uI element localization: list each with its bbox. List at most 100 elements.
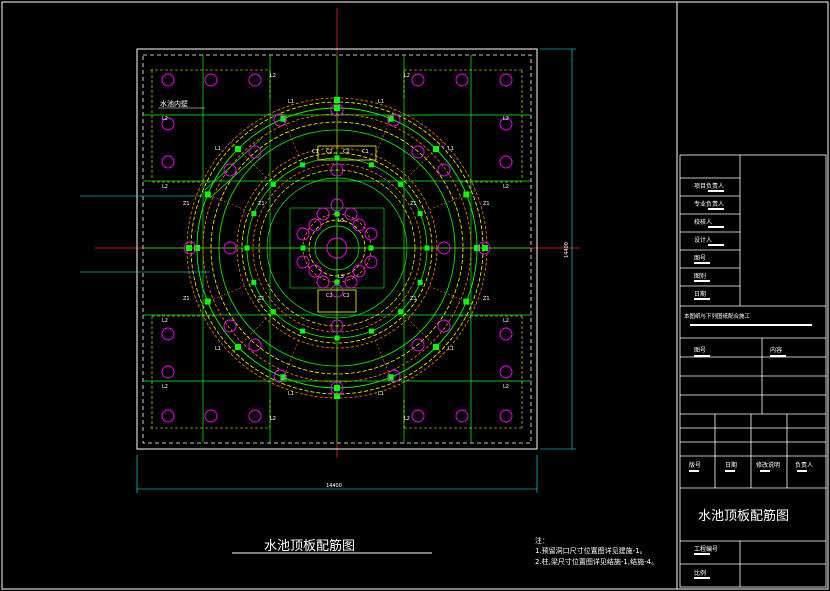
note-2: 2.柱,梁尺寸位置图详见结施-1,结施-4。	[535, 557, 658, 566]
opening-circle	[248, 409, 262, 423]
column	[334, 97, 340, 103]
opening-circle	[455, 409, 469, 423]
inner-wall-label: 水池内壁	[160, 99, 188, 108]
opening-circle	[499, 327, 513, 341]
member-label: Z1	[410, 296, 417, 302]
tb-note: 本图纸与下列图纸配合施工	[684, 312, 751, 320]
inner-wall-leader: 水池内壁	[158, 99, 205, 109]
opening-circle	[161, 155, 175, 169]
opening-circle	[308, 264, 322, 278]
member-label: L1	[215, 346, 221, 352]
column	[270, 309, 276, 315]
left-leaders	[80, 195, 210, 273]
opening-circle	[499, 409, 513, 423]
opening-circle	[364, 227, 378, 241]
member-label: L1	[448, 146, 454, 152]
column	[417, 211, 423, 217]
member-label: Z1	[410, 201, 417, 207]
member-label: Z1	[483, 201, 490, 207]
column	[482, 245, 488, 251]
opening-circle	[204, 409, 218, 423]
opening-circle	[344, 275, 358, 289]
opening-circle	[499, 155, 513, 169]
column	[334, 105, 340, 111]
opening-circle	[223, 319, 237, 333]
member-label: L2	[162, 116, 168, 122]
member-label: L2	[503, 318, 509, 324]
tb-drawing-name: 水池顶板配筋图	[698, 508, 789, 524]
column	[251, 211, 257, 217]
column	[235, 146, 242, 153]
column	[334, 211, 340, 217]
column	[368, 328, 374, 334]
column	[270, 181, 276, 187]
column	[463, 191, 470, 198]
column	[368, 162, 374, 168]
tb-row-label: 图别	[694, 272, 706, 280]
column	[334, 385, 340, 391]
column	[244, 245, 250, 251]
tb-row-label: 校核人	[694, 218, 712, 226]
opening-circle	[161, 365, 175, 379]
column	[204, 298, 211, 305]
column	[300, 245, 306, 251]
member-label: L2	[270, 416, 276, 422]
member-label: L3	[338, 218, 344, 224]
column	[204, 191, 211, 198]
opening-circle	[455, 73, 469, 87]
column	[334, 335, 340, 341]
notes-heading: 注：	[535, 536, 549, 545]
opening-circle	[296, 255, 310, 269]
radial-beam	[209, 145, 269, 199]
member-label: L2	[503, 116, 509, 122]
column	[300, 162, 306, 168]
column	[194, 245, 200, 251]
member-label: L2	[162, 318, 168, 324]
column	[334, 155, 340, 161]
opening-circle	[437, 319, 451, 333]
dim-right-text: 14400	[564, 242, 570, 258]
member-label: Z1	[258, 201, 265, 207]
member-label: L1	[378, 99, 384, 105]
column	[432, 146, 439, 153]
member-label: C1	[362, 149, 369, 155]
opening-circle	[223, 163, 237, 177]
column	[334, 279, 340, 285]
member-label: C1	[312, 149, 319, 155]
column	[398, 309, 404, 315]
opening-circle	[248, 338, 262, 352]
title-block-text: 项目负责人 专业负责人 校核人 设计人 图号 图别 日期 本图纸与下列图纸配合施…	[684, 182, 813, 577]
opening-circle	[499, 365, 513, 379]
member-label: L1	[215, 146, 221, 152]
tb-sign-change: 修改说明	[756, 461, 780, 469]
member-label: C2	[343, 293, 350, 299]
column	[424, 245, 430, 251]
drawing-title: 水池顶板配筋图	[264, 538, 355, 554]
member-label: L2	[404, 416, 410, 422]
tb-row-label: 图号	[694, 255, 706, 262]
member-label: L2	[503, 384, 509, 390]
opening-circle	[204, 73, 218, 87]
column	[463, 298, 470, 305]
column	[300, 328, 306, 334]
opening-circle	[248, 73, 262, 87]
opening-circle	[499, 73, 513, 87]
opening-circle	[316, 275, 330, 289]
note-1: 1.预留洞口尺寸位置图详见建施-1。	[535, 546, 647, 555]
member-label: L2	[270, 73, 276, 79]
column	[474, 245, 480, 251]
opening-circle	[161, 327, 175, 341]
column	[432, 343, 439, 350]
opening-circle	[411, 73, 425, 87]
member-label: L1	[378, 391, 384, 397]
tb-row-label: 日期	[694, 290, 706, 298]
member-labels: L2 L2 L2 L2 L2 L2 L2 L2 L2 L2 L2 L2 L1 L1 L1 L1 L1 L1 L1 L1…	[162, 73, 509, 422]
column	[368, 245, 374, 251]
column	[417, 279, 423, 285]
opening-circle	[352, 218, 366, 232]
member-label: C2	[326, 293, 333, 299]
member-label: L2	[503, 184, 509, 190]
tb-sign-owner: 负责人	[795, 461, 813, 469]
dim-bottom-text: 14400	[326, 483, 342, 489]
tb-project-no: 工程编号	[694, 545, 718, 553]
